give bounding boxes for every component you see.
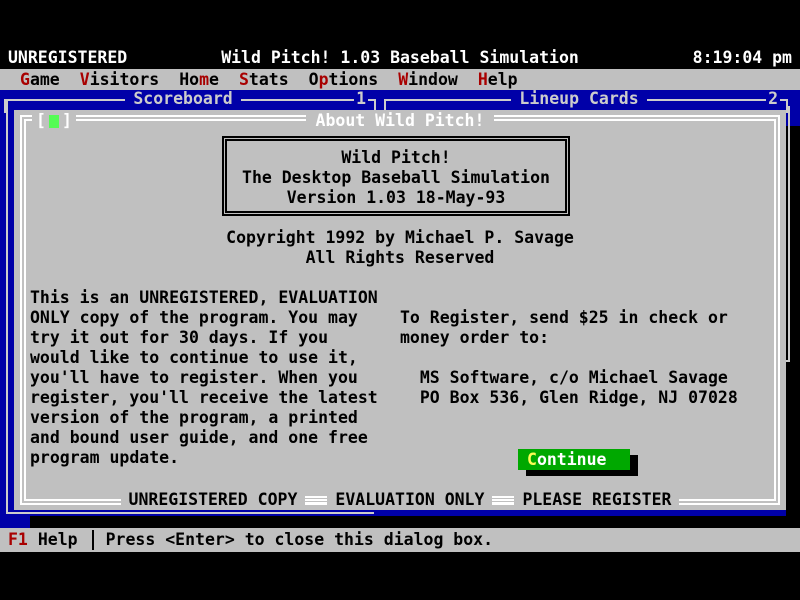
double-line-icon xyxy=(305,496,327,504)
text-line: you'll have to register. When you xyxy=(30,368,398,388)
text-line: To Register, send $25 in check or xyxy=(400,308,760,328)
scoreboard-window-border xyxy=(6,100,8,512)
continue-button[interactable]: Continue xyxy=(518,449,630,470)
dialog-footer: UNREGISTERED COPY EVALUATION ONLY PLEASE… xyxy=(14,490,786,510)
desktop: Scoreboard 1 Lineup Cards 2 [ ] xyxy=(0,90,800,528)
window-number: 2 xyxy=(766,92,780,106)
text-line: Copyright 1992 by Michael P. Savage xyxy=(14,228,786,248)
text-line: This is an UNREGISTERED, EVALUATION xyxy=(30,288,398,308)
text-line: try it out for 30 days. If you xyxy=(30,328,398,348)
footer-segment: UNREGISTERED COPY xyxy=(121,490,306,510)
clock: 8:19:04 pm xyxy=(693,47,792,69)
text-line: money order to: xyxy=(400,328,760,348)
text-line: PO Box 536, Glen Ridge, NJ 07028 xyxy=(400,388,760,408)
menu-item-window[interactable]: Window xyxy=(388,69,468,90)
status-message: Press <Enter> to close this dialog box. xyxy=(106,528,493,552)
text-line: program update. xyxy=(30,448,398,468)
window-scoreboard-titlebar[interactable]: Scoreboard 1 xyxy=(4,92,376,108)
app-title: Wild Pitch! 1.03 Baseball Simulation xyxy=(0,47,800,69)
about-dialog: [ ] About Wild Pitch! Wild Pitch!The Des… xyxy=(14,110,786,510)
f1-help-key[interactable]: F1 xyxy=(8,528,28,552)
window-title: Scoreboard xyxy=(125,92,240,106)
status-bar: F1 Help Press <Enter> to close this dial… xyxy=(0,528,800,552)
evaluation-text: This is an UNREGISTERED, EVALUATIONONLY … xyxy=(30,288,398,468)
f1-help-label[interactable]: Help xyxy=(38,528,78,552)
text-line: would like to continue to use it, xyxy=(30,348,398,368)
text-line: Version 1.03 18-May-93 xyxy=(227,188,565,208)
footer-segment: EVALUATION ONLY xyxy=(327,490,492,510)
registration-text: To Register, send $25 in check ormoney o… xyxy=(400,308,760,408)
text-line: All Rights Reserved xyxy=(14,248,786,268)
text-line: ONLY copy of the program. You may xyxy=(30,308,398,328)
footer-segment: PLEASE REGISTER xyxy=(514,490,679,510)
window-title: Lineup Cards xyxy=(511,92,646,106)
separator xyxy=(92,530,94,550)
window-lineup-cards-titlebar[interactable]: Lineup Cards 2 xyxy=(384,92,788,108)
double-line-icon xyxy=(492,496,514,504)
menu-item-visitors[interactable]: Visitors xyxy=(70,69,169,90)
menu-item-help[interactable]: Help xyxy=(468,69,528,90)
window-number: 1 xyxy=(354,92,368,106)
text-line: The Desktop Baseball Simulation xyxy=(227,168,565,188)
text-line: MS Software, c/o Michael Savage xyxy=(400,368,760,388)
text-line: register, you'll receive the latest xyxy=(30,388,398,408)
scoreboard-window-border xyxy=(6,512,374,514)
app-titlebar: UNREGISTERED Wild Pitch! 1.03 Baseball S… xyxy=(0,47,800,69)
menu-item-game[interactable]: Game xyxy=(10,69,70,90)
text-line: and bound user guide, and one free xyxy=(30,428,398,448)
dos-screen: UNREGISTERED Wild Pitch! 1.03 Baseball S… xyxy=(0,0,800,600)
text-line: version of the program, a printed xyxy=(30,408,398,428)
lineup-window-border xyxy=(788,106,790,362)
menu-item-stats[interactable]: Stats xyxy=(229,69,299,90)
text-line: Wild Pitch! xyxy=(227,148,565,168)
copyright-text: Copyright 1992 by Michael P. SavageAll R… xyxy=(14,228,786,268)
text-line xyxy=(400,348,760,368)
menu-item-options[interactable]: Options xyxy=(299,69,389,90)
dialog-shadow xyxy=(30,516,800,528)
menu-bar: GameVisitorsHomeStatsOptionsWindowHelp xyxy=(0,69,800,90)
menu-item-home[interactable]: Home xyxy=(169,69,229,90)
version-box: Wild Pitch!The Desktop Baseball Simulati… xyxy=(222,136,570,216)
dialog-title: About Wild Pitch! xyxy=(14,111,786,131)
